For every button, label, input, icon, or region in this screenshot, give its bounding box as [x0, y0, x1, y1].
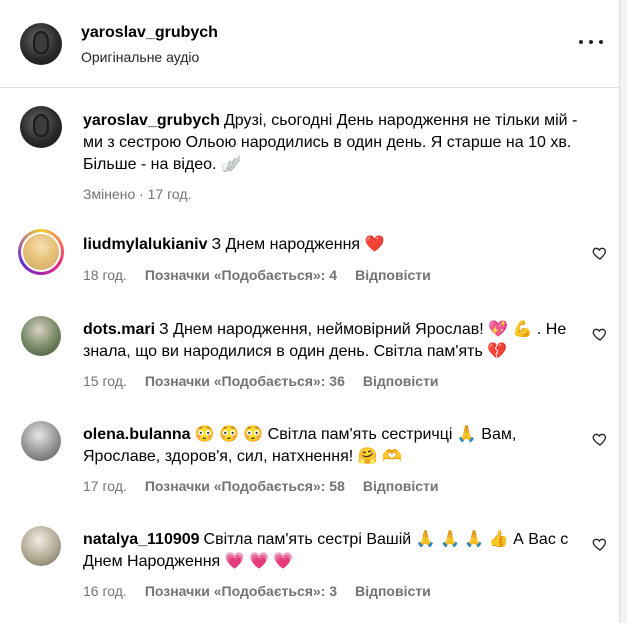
reply-button[interactable]: Відповісти — [363, 373, 439, 389]
like-heart-icon[interactable] — [592, 326, 608, 342]
scrollbar[interactable] — [620, 0, 627, 623]
comment-time[interactable]: 18 год. — [83, 267, 127, 283]
reply-button[interactable]: Відповісти — [355, 267, 431, 283]
comment-username[interactable]: olena.bulanna — [83, 426, 191, 443]
post-header: yaroslav_grubych Оригінальне аудіо — [0, 0, 619, 88]
comment-time[interactable]: 16 год. — [83, 583, 127, 599]
comment-text: З Днем народження, неймовірний Ярослав! … — [83, 321, 567, 360]
commenter-avatar[interactable] — [21, 526, 61, 566]
like-heart-icon[interactable] — [592, 245, 608, 261]
reply-button[interactable]: Відповісти — [363, 478, 439, 494]
commenter-avatar[interactable] — [18, 229, 64, 275]
like-heart-icon[interactable] — [592, 536, 608, 552]
comment-time[interactable]: 15 год. — [83, 373, 127, 389]
caption-author-avatar[interactable] — [20, 106, 62, 148]
caption-meta: Змінено · 17 год. — [83, 186, 192, 202]
comment-likes-count[interactable]: Позначки «Подобається»: 3 — [145, 583, 337, 599]
like-heart-icon[interactable] — [592, 431, 608, 447]
caption-username[interactable]: yaroslav_grubych — [83, 112, 220, 129]
commenter-avatar[interactable] — [21, 421, 61, 461]
more-options-icon[interactable] — [579, 32, 603, 52]
comments-panel: yaroslav_grubych Оригінальне аудіо yaros… — [0, 0, 620, 623]
comment-likes-count[interactable]: Позначки «Подобається»: 4 — [145, 267, 337, 283]
author-avatar[interactable] — [20, 23, 62, 65]
commenter-avatar[interactable] — [21, 316, 61, 356]
comment-likes-count[interactable]: Позначки «Подобається»: 36 — [145, 373, 345, 389]
comment-time[interactable]: 17 год. — [83, 478, 127, 494]
comment-username[interactable]: dots.mari — [83, 321, 155, 338]
comment-likes-count[interactable]: Позначки «Подобається»: 58 — [145, 478, 345, 494]
comment-username[interactable]: natalya_110909 — [83, 531, 200, 548]
header-username[interactable]: yaroslav_grubych — [81, 24, 218, 42]
reply-button[interactable]: Відповісти — [355, 583, 431, 599]
comment-username[interactable]: liudmylalukianiv — [83, 236, 207, 253]
audio-label[interactable]: Оригінальне аудіо — [81, 49, 199, 65]
comment-text: З Днем народження ❤️ — [211, 236, 385, 253]
